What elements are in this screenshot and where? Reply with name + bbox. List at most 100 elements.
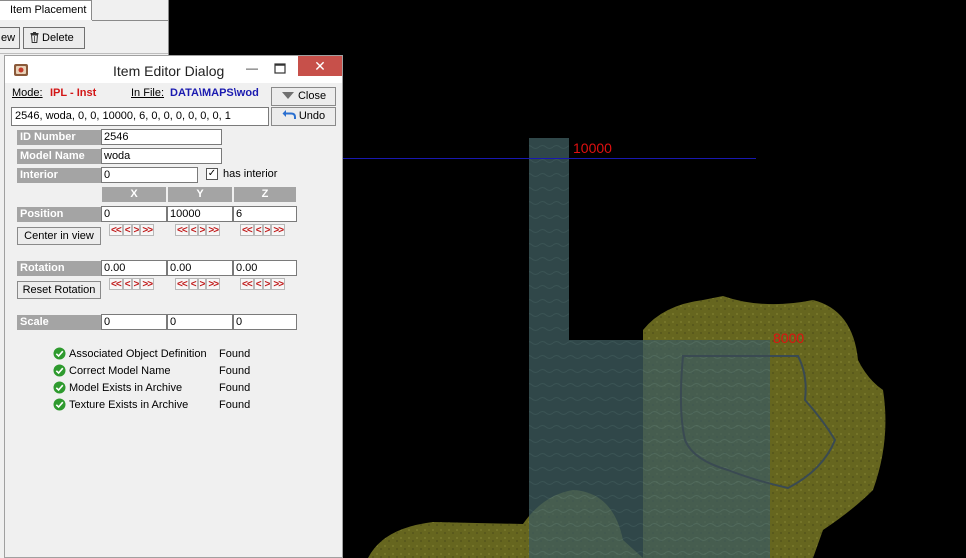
status-value: Found (219, 348, 251, 360)
arrow-button[interactable]: < (122, 224, 132, 236)
arrow-button[interactable]: < (253, 224, 263, 236)
model-name-field[interactable]: woda (101, 148, 222, 164)
close-button[interactable]: Close (271, 87, 336, 106)
reset-rotation-button[interactable]: Reset Rotation (17, 281, 101, 299)
arrow-button[interactable]: << (240, 224, 254, 236)
view-button[interactable]: ew (0, 27, 20, 49)
coord-label-10000: 10000 (573, 140, 612, 156)
status-value: Found (219, 382, 251, 394)
position-y-arrows[interactable]: << < > >> (175, 224, 221, 238)
arrow-button[interactable]: < (122, 278, 132, 290)
arrow-button[interactable]: < (188, 224, 198, 236)
check-circle-icon (53, 381, 66, 394)
delete-button[interactable]: Delete (23, 27, 85, 49)
center-in-view-button[interactable]: Center in view (17, 227, 101, 245)
arrow-button[interactable]: > (197, 224, 207, 236)
undo-button-label: Undo (298, 110, 326, 122)
id-number-label: ID Number (17, 130, 101, 145)
arrow-button[interactable]: << (109, 278, 123, 290)
minimize-icon[interactable]: — (243, 60, 261, 78)
arrow-button[interactable]: << (175, 224, 189, 236)
scale-label: Scale (17, 315, 101, 330)
trash-icon (30, 32, 39, 43)
arrow-button[interactable]: << (240, 278, 254, 290)
check-circle-icon (53, 347, 66, 360)
position-y-field[interactable]: 10000 (167, 206, 233, 222)
position-z-field[interactable]: 6 (233, 206, 297, 222)
chevron-down-icon (281, 92, 294, 99)
status-label: Associated Object Definition (69, 348, 207, 360)
arrow-button[interactable]: >> (140, 278, 155, 290)
mode-label: Mode: (12, 87, 43, 99)
status-value: Found (219, 399, 251, 411)
has-interior-label: has interior (223, 168, 278, 180)
status-label: Correct Model Name (69, 365, 171, 377)
position-x-field[interactable]: 0 (101, 206, 167, 222)
coord-label-8000: 8000 (773, 330, 805, 346)
arrow-button[interactable]: > (262, 224, 272, 236)
ipl-line-field[interactable]: 2546, woda, 0, 0, 10000, 6, 0, 0, 0, 0, … (11, 107, 269, 126)
item-editor-dialog: Item Editor Dialog — ✕ Mode: IPL - Inst … (4, 55, 343, 558)
title-bar[interactable]: Item Editor Dialog — ✕ (5, 56, 342, 83)
id-number-field[interactable]: 2546 (101, 129, 222, 145)
has-interior-checkbox[interactable]: ✓ (206, 168, 218, 180)
interior-label: Interior (17, 168, 101, 183)
arrow-button[interactable]: < (253, 278, 263, 290)
status-value: Found (219, 365, 251, 377)
water-area (529, 138, 770, 558)
rotation-x-field[interactable]: 0.00 (101, 260, 167, 276)
tab-divider (92, 20, 168, 21)
app-icon (14, 64, 28, 76)
maximize-icon[interactable] (271, 60, 289, 78)
window-title: Item Editor Dialog (113, 63, 225, 79)
undo-button[interactable]: Undo (271, 107, 336, 126)
map-canvas (368, 138, 886, 558)
map-viewport[interactable]: 10000 8000 (343, 0, 966, 558)
rotation-z-arrows[interactable]: << < > >> (240, 278, 286, 292)
view-button-label: ew (1, 32, 16, 44)
arrow-button[interactable]: >> (206, 278, 221, 290)
axis-y-header: Y (168, 187, 232, 202)
scale-y-field[interactable]: 0 (167, 314, 233, 330)
infile-value: DATA\MAPS\wod (170, 87, 259, 99)
rotation-label: Rotation (17, 261, 101, 276)
scale-z-field[interactable]: 0 (233, 314, 297, 330)
infile-label: In File: (131, 87, 165, 99)
arrow-button[interactable]: >> (206, 224, 221, 236)
arrow-button[interactable]: >> (271, 278, 286, 290)
position-z-arrows[interactable]: << < > >> (240, 224, 286, 238)
tab-item-placement[interactable]: Item Placement (0, 0, 92, 20)
toolbar-separator (0, 53, 168, 54)
arrow-button[interactable]: >> (140, 224, 155, 236)
undo-icon (282, 110, 296, 119)
dialog-body: Mode: IPL - Inst In File: DATA\MAPS\wod … (5, 83, 342, 557)
rotation-x-arrows[interactable]: << < > >> (109, 278, 155, 292)
arrow-button[interactable]: >> (271, 224, 286, 236)
status-label: Model Exists in Archive (69, 382, 183, 394)
arrow-button[interactable]: < (188, 278, 198, 290)
grid-line (343, 158, 756, 159)
position-x-arrows[interactable]: << < > >> (109, 224, 155, 238)
status-label: Texture Exists in Archive (69, 399, 189, 411)
close-icon[interactable]: ✕ (298, 56, 342, 76)
axis-z-header: Z (234, 187, 296, 202)
mode-value: IPL - Inst (50, 87, 97, 99)
arrow-button[interactable]: > (262, 278, 272, 290)
scale-x-field[interactable]: 0 (101, 314, 167, 330)
arrow-button[interactable]: > (131, 278, 141, 290)
model-name-label: Model Name (17, 149, 101, 164)
position-label: Position (17, 207, 101, 222)
rotation-y-arrows[interactable]: << < > >> (175, 278, 221, 292)
reset-rotation-label: Reset Rotation (22, 284, 96, 296)
rotation-z-field[interactable]: 0.00 (233, 260, 297, 276)
axis-x-header: X (102, 187, 166, 202)
arrow-button[interactable]: > (197, 278, 207, 290)
arrow-button[interactable]: << (175, 278, 189, 290)
rotation-y-field[interactable]: 0.00 (167, 260, 233, 276)
interior-field[interactable]: 0 (101, 167, 198, 183)
center-in-view-label: Center in view (24, 230, 94, 242)
check-circle-icon (53, 398, 66, 411)
check-circle-icon (53, 364, 66, 377)
arrow-button[interactable]: << (109, 224, 123, 236)
arrow-button[interactable]: > (131, 224, 141, 236)
